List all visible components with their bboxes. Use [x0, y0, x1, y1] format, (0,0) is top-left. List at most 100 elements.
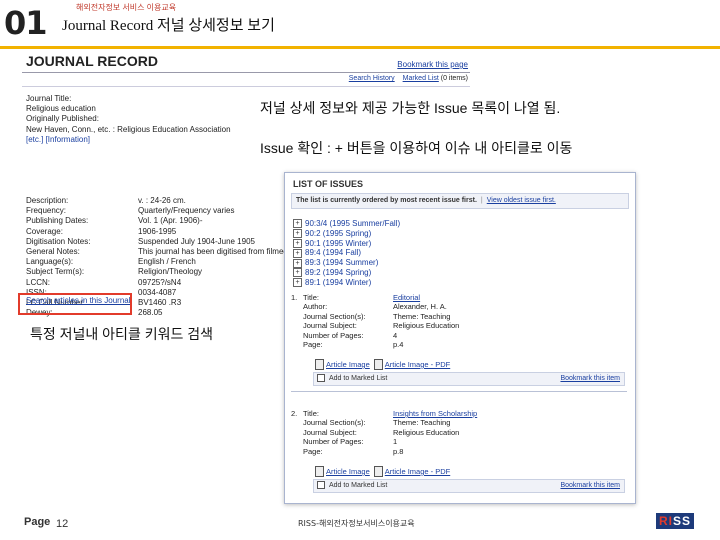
detail-value: 1906-1995 — [138, 226, 177, 236]
article-title-link[interactable]: Insights from Scholarship — [393, 409, 477, 418]
article-field-label: Journal Section(s): — [303, 418, 366, 428]
article-image-link[interactable]: Article Image — [326, 360, 370, 369]
article-number — [291, 340, 303, 349]
detail-label: Coverage: — [26, 226, 63, 236]
detail-label: Subject Term(s): — [26, 267, 85, 277]
journal-fields: Journal Title: Religious education Origi… — [26, 94, 231, 145]
article-field-label: Number of Pages: — [303, 330, 364, 340]
issue-item[interactable]: +89:2 (1994 Spring) — [293, 268, 400, 278]
detail-value: This journal has been digitised from fil… — [138, 247, 288, 257]
article-formats: Article Image Article Image - PDF — [315, 359, 450, 370]
article-formats: Article Image Article Image - PDF — [315, 466, 450, 477]
marked-list-count: (0 items) — [440, 75, 468, 82]
divider — [22, 86, 470, 87]
article-entry: 1. Title: Editorial Author: Alexander, H. A.… — [291, 293, 459, 349]
order-note-text: The list is currently ordered by most re… — [296, 197, 477, 204]
expand-plus-icon[interactable]: + — [293, 248, 302, 258]
add-marked-checkbox[interactable] — [317, 481, 325, 490]
article-field-value: Religious Education — [393, 427, 460, 437]
detail-row: Description: v. : 24-26 cm. — [26, 196, 288, 206]
expand-plus-icon[interactable]: + — [293, 238, 302, 248]
search-history-link[interactable]: Search History — [349, 75, 395, 82]
expand-plus-icon[interactable]: + — [293, 278, 302, 288]
detail-row: LCCN: 09725?/sN4 — [26, 278, 288, 288]
detail-row: Subject Term(s): Religion/Theology — [26, 267, 288, 277]
detail-value: BV1460 .R3 — [138, 298, 182, 308]
detail-value: 268.05 — [138, 308, 163, 318]
page-title: Journal Record 저널 상세정보 보기 — [62, 18, 275, 34]
document-icon — [315, 466, 324, 477]
marked-list-bar: Add to Marked List Bookmark this item — [313, 372, 625, 386]
expand-plus-icon[interactable]: + — [293, 268, 302, 278]
expand-plus-icon[interactable]: + — [293, 219, 302, 229]
page-label: Page — [24, 516, 51, 528]
article-field-value: Theme: Teaching — [393, 418, 451, 428]
article-image-link[interactable]: Article Image — [326, 467, 370, 476]
detail-row: Language(s): English / French — [26, 257, 288, 267]
article-field-row: Journal Subject: Religious Education — [291, 428, 477, 437]
article-pdf-link[interactable]: Article Image - PDF — [385, 467, 450, 476]
issue-label[interactable]: 89:1 (1994 Winter) — [305, 278, 371, 288]
riss-logo: RISS — [656, 513, 695, 529]
article-field-label: Number of Pages: — [303, 437, 364, 447]
field-line: Originally Published: — [26, 114, 99, 124]
article-field-label: Journal Subject: — [303, 321, 357, 331]
issue-item[interactable]: +89:4 (1994 Fall) — [293, 248, 400, 258]
issue-label[interactable]: 90:2 (1995 Spring) — [305, 229, 371, 239]
detail-value: v. : 24-26 cm. — [138, 196, 186, 205]
issue-list: +90:3/4 (1995 Summer/Fall) +90:2 (1995 Sp… — [293, 219, 400, 288]
article-number — [291, 437, 303, 446]
article-field-row: Page: p.8 — [291, 447, 477, 456]
detail-value: Quarterly/Frequency varies — [138, 206, 235, 216]
issue-item[interactable]: +89:1 (1994 Winter) — [293, 278, 400, 288]
article-title-link[interactable]: Editorial — [393, 293, 420, 302]
document-icon — [315, 359, 324, 370]
pdf-icon — [373, 359, 383, 370]
page-number: 12 — [56, 518, 69, 530]
expand-plus-icon[interactable]: + — [293, 258, 302, 268]
article-field-row: Page: p.4 — [291, 340, 459, 349]
article-number — [291, 428, 303, 437]
detail-label: Language(s): — [26, 257, 74, 267]
detail-label: General Notes: — [26, 247, 80, 257]
article-pdf-link[interactable]: Article Image - PDF — [385, 360, 450, 369]
marked-list-link[interactable]: Marked List — [403, 75, 439, 82]
issue-item[interactable]: +90:2 (1995 Spring) — [293, 229, 400, 239]
issue-label[interactable]: 89:4 (1994 Fall) — [305, 248, 361, 258]
issue-label[interactable]: 90:1 (1995 Winter) — [305, 239, 371, 249]
section-number: 01 — [4, 4, 48, 42]
article-field-value: 1 — [393, 437, 398, 447]
article-number: 2. — [291, 409, 298, 418]
detail-row: General Notes: This journal has been digi… — [26, 247, 288, 257]
detail-value: 0034-4087 — [138, 287, 177, 297]
bookmark-item-link[interactable]: Bookmark this item — [560, 480, 620, 492]
detail-label: LCCN: — [26, 277, 51, 287]
issue-item[interactable]: +90:3/4 (1995 Summer/Fall) — [293, 219, 400, 229]
article-number — [291, 321, 303, 330]
bookmark-page-link[interactable]: Bookmark this page — [397, 60, 468, 69]
callout-issue-expand: Issue 확인 : + 버튼을 이용하여 이슈 내 아티클로 이동 — [254, 136, 579, 160]
article-entry: 2. Title: Insights from Scholarship Journal… — [291, 409, 477, 456]
field-line: [etc.] [Information] — [26, 134, 91, 144]
article-number — [291, 302, 303, 311]
issue-item[interactable]: +89:3 (1994 Summer) — [293, 258, 400, 268]
view-oldest-link[interactable]: View oldest issue first. — [487, 197, 556, 204]
issue-label[interactable]: 89:3 (1994 Summer) — [305, 258, 378, 268]
logo-part: SS — [673, 514, 692, 528]
expand-plus-icon[interactable]: + — [293, 229, 302, 239]
detail-label: Description: — [26, 196, 69, 205]
bookmark-item-link[interactable]: Bookmark this item — [560, 373, 620, 385]
article-number — [291, 331, 303, 340]
article-field-row: 1. Title: Editorial — [291, 293, 459, 302]
add-marked-checkbox[interactable] — [317, 374, 325, 383]
issue-label[interactable]: 90:3/4 (1995 Summer/Fall) — [305, 219, 400, 229]
list-of-issues-title: LIST OF ISSUES — [293, 179, 364, 189]
article-field-row: Journal Subject: Religious Education — [291, 321, 459, 330]
field-line: New Haven, Conn., etc. : Religious Educa… — [26, 124, 231, 134]
issue-label[interactable]: 89:2 (1994 Spring) — [305, 268, 371, 278]
journal-record-title: JOURNAL RECORD — [26, 53, 158, 69]
detail-value: English / French — [138, 257, 196, 267]
divider — [22, 72, 470, 73]
issue-item[interactable]: +90:1 (1995 Winter) — [293, 239, 400, 249]
divider — [291, 391, 627, 392]
